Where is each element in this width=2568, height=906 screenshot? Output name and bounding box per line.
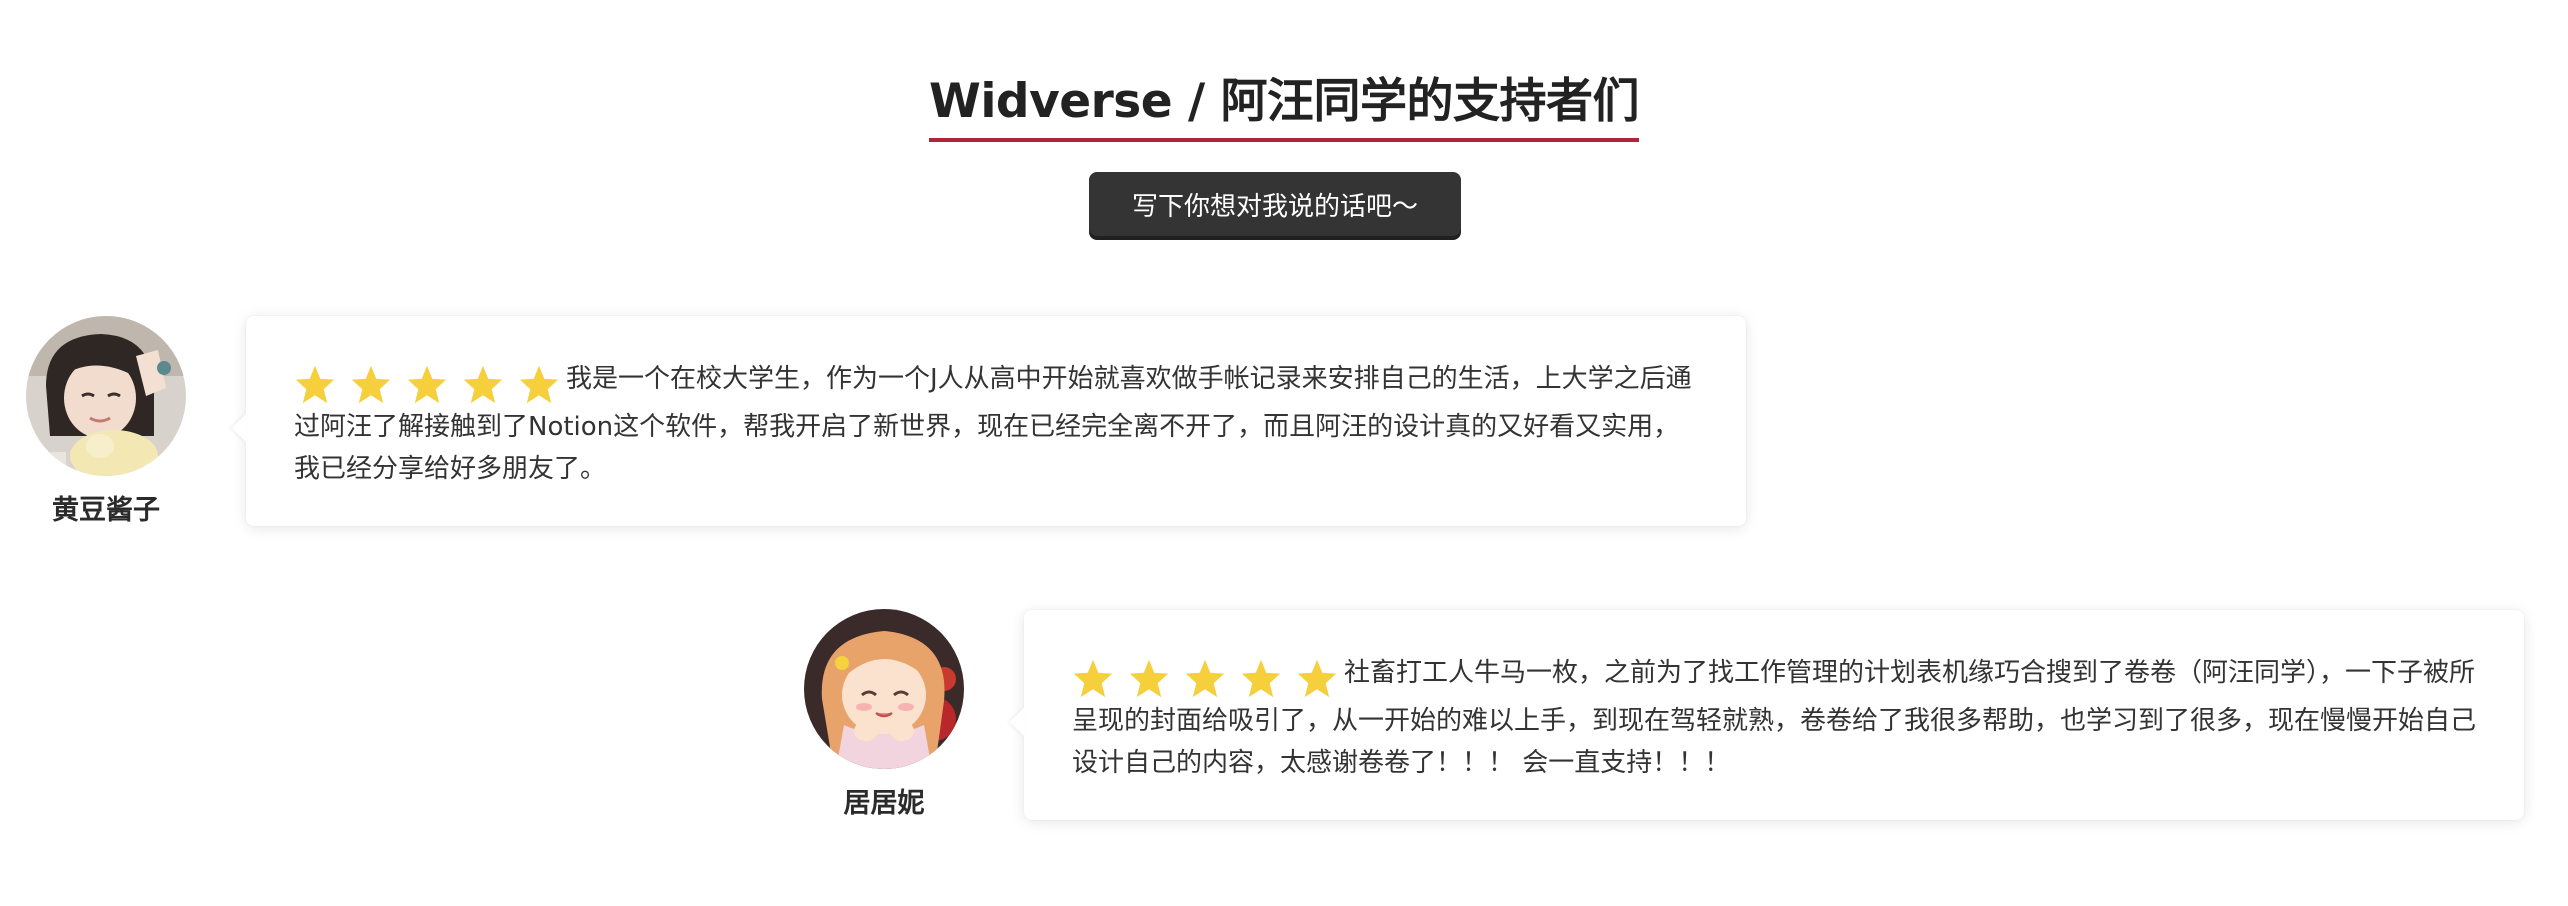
star-icon bbox=[1241, 659, 1281, 698]
reviewer-1: 黄豆酱子 bbox=[6, 316, 206, 527]
star-icon bbox=[1129, 659, 1169, 698]
star-icon bbox=[463, 365, 503, 404]
page-title: Widverse / 阿汪同学的支持者们 bbox=[0, 62, 2568, 142]
reviewer-name: 黄豆酱子 bbox=[52, 495, 160, 526]
reviewer-2: 居居妮 bbox=[784, 609, 984, 820]
star-icon bbox=[295, 365, 335, 404]
review-content: 我是一个在校大学生，作为一个J人从高中开始就喜欢做手帐记录来安排自己的生活，上大… bbox=[294, 358, 1698, 490]
star-icon bbox=[1185, 659, 1225, 698]
avatar[interactable] bbox=[26, 316, 186, 476]
star-icon bbox=[1297, 659, 1337, 698]
review-content: 社畜打工人牛马一枚，之前为了找工作管理的计划表机缘巧合搜到了卷卷（阿汪同学），一… bbox=[1072, 652, 2476, 784]
rating-stars bbox=[294, 364, 562, 406]
page-title-text: Widverse / 阿汪同学的支持者们 bbox=[928, 62, 1640, 142]
star-icon bbox=[1073, 659, 1113, 698]
review-card: 社畜打工人牛马一枚，之前为了找工作管理的计划表机缘巧合搜到了卷卷（阿汪同学），一… bbox=[1024, 610, 2524, 820]
review-card: 我是一个在校大学生，作为一个J人从高中开始就喜欢做手帐记录来安排自己的生活，上大… bbox=[246, 316, 1746, 526]
write-message-button[interactable]: 写下你想对我说的话吧～ bbox=[1089, 172, 1461, 236]
reviewer-name: 居居妮 bbox=[843, 788, 925, 819]
avatar[interactable] bbox=[804, 609, 964, 769]
star-icon bbox=[351, 365, 391, 404]
rating-stars bbox=[1072, 658, 1340, 700]
star-icon bbox=[519, 365, 559, 404]
star-icon bbox=[407, 365, 447, 404]
